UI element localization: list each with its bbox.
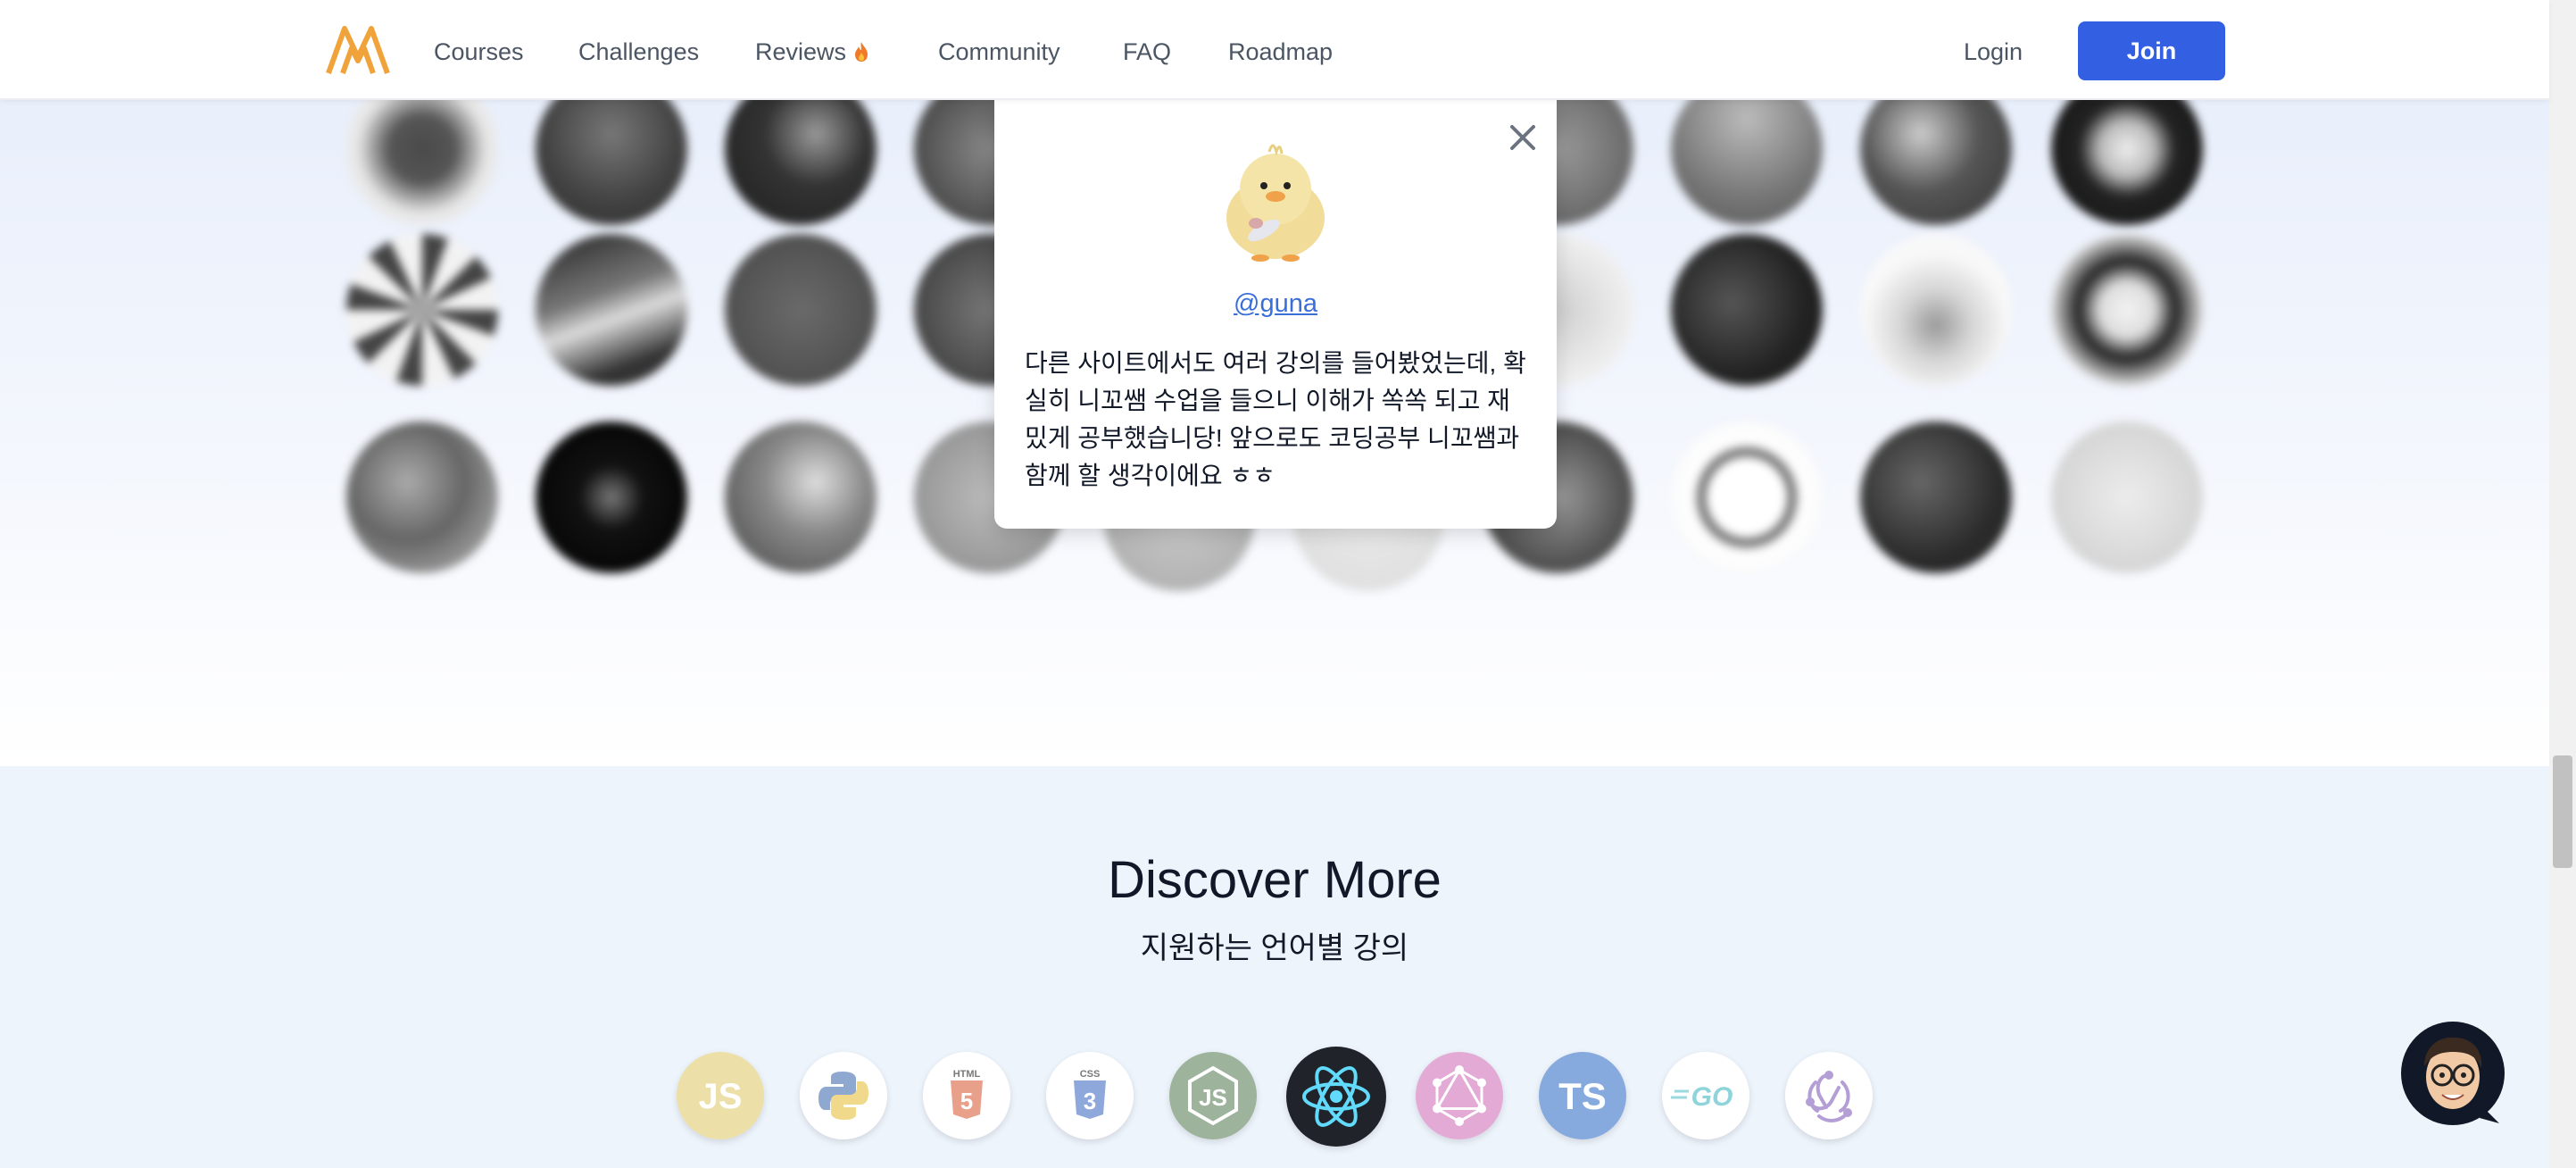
page: @guna 다른 사이트에서도 여러 강의를 들어봤었는데, 확실히 니꼬쌤 수… xyxy=(0,0,2576,1168)
reviewer-avatar[interactable] xyxy=(2051,234,2203,386)
reviewer-avatar[interactable] xyxy=(346,100,498,225)
reviewer-avatar[interactable] xyxy=(1860,100,2012,225)
reviewer-avatar[interactable] xyxy=(1671,100,1823,225)
nav-faq-link[interactable]: FAQ xyxy=(1123,34,1171,70)
svg-text:GO: GO xyxy=(1691,1082,1733,1112)
nodejs-icon: JS xyxy=(1169,1052,1257,1139)
svg-text:HTML: HTML xyxy=(953,1069,981,1080)
discover-section: Discover More 지원하는 언어별 강의 JS HTML 5 CSS … xyxy=(0,766,2549,1168)
fire-icon xyxy=(855,42,868,62)
reviewer-avatar[interactable] xyxy=(536,421,687,573)
discover-subtitle: 지원하는 언어별 강의 xyxy=(1140,931,1409,965)
review-text: 다른 사이트에서도 여러 강의를 들어봤었는데, 확실히 니꼬쌤 수업을 들으니… xyxy=(1025,349,1526,489)
reviewer-avatar[interactable] xyxy=(346,234,498,386)
nav-courses-link[interactable]: Courses xyxy=(434,34,524,70)
nav-reviews-link[interactable]: Reviews xyxy=(755,34,869,70)
language-nodejs-button[interactable]: JS xyxy=(1169,1052,1257,1139)
reviewer-avatar[interactable] xyxy=(1671,234,1823,386)
top-navigation: Courses Challenges Reviews Community FAQ… xyxy=(0,0,2549,100)
reviewer-avatar[interactable] xyxy=(1671,421,1823,573)
reviewer-avatar[interactable] xyxy=(1860,234,2012,386)
svg-text:JS: JS xyxy=(699,1077,743,1116)
page-scrollbar[interactable] xyxy=(2549,0,2576,1168)
javascript-icon: JS xyxy=(677,1052,764,1139)
reviewer-avatar[interactable] xyxy=(725,100,877,225)
nav-reviews-label: Reviews xyxy=(755,38,847,65)
reviewer-avatar[interactable] xyxy=(2051,421,2203,573)
svg-text:TS: TS xyxy=(1558,1075,1607,1117)
close-icon[interactable] xyxy=(1503,118,1542,157)
login-link[interactable]: Login xyxy=(1964,34,2023,70)
reviewer-avatar[interactable] xyxy=(346,421,498,573)
discover-title: Discover More xyxy=(1108,851,1442,909)
reviewer-handle-link[interactable]: @guna xyxy=(994,289,1557,319)
language-html5-button[interactable]: HTML 5 xyxy=(923,1052,1010,1139)
language-go-button[interactable]: GO xyxy=(1662,1052,1749,1139)
reviewer-avatar[interactable] xyxy=(1860,421,2012,573)
language-react-button[interactable] xyxy=(1286,1047,1386,1147)
language-python-button[interactable] xyxy=(800,1052,887,1139)
language-redux-button[interactable] xyxy=(1785,1052,1873,1139)
review-popup: @guna 다른 사이트에서도 여러 강의를 들어봤었는데, 확실히 니꼬쌤 수… xyxy=(994,100,1557,529)
duck-avatar xyxy=(1226,144,1325,262)
language-graphql-button[interactable] xyxy=(1416,1052,1503,1139)
react-icon xyxy=(1286,1047,1386,1147)
reviewer-avatar[interactable] xyxy=(725,421,877,573)
scrollbar-thumb[interactable] xyxy=(2553,755,2572,868)
reviewer-avatar[interactable] xyxy=(536,100,687,225)
typescript-icon: TS xyxy=(1539,1052,1626,1139)
reviewer-avatar[interactable] xyxy=(2051,100,2203,225)
python-icon xyxy=(800,1052,887,1139)
reviewer-avatar[interactable] xyxy=(536,234,687,386)
html5-icon: HTML 5 xyxy=(923,1052,1010,1139)
go-icon: GO xyxy=(1662,1052,1749,1139)
svg-text:5: 5 xyxy=(960,1088,973,1114)
svg-text:CSS: CSS xyxy=(1080,1069,1101,1080)
svg-text:3: 3 xyxy=(1084,1088,1096,1114)
join-button[interactable]: Join xyxy=(2078,21,2225,80)
nav-community-link[interactable]: Community xyxy=(938,34,1060,70)
nav-challenges-link[interactable]: Challenges xyxy=(578,34,699,70)
reviewer-avatar[interactable] xyxy=(725,234,877,386)
nav-roadmap-link[interactable]: Roadmap xyxy=(1228,34,1333,70)
language-css3-button[interactable]: CSS 3 xyxy=(1046,1052,1134,1139)
language-typescript-button[interactable]: TS xyxy=(1539,1052,1626,1139)
chat-support-button[interactable] xyxy=(2399,1020,2508,1129)
svg-text:JS: JS xyxy=(1199,1084,1227,1111)
language-javascript-button[interactable]: JS xyxy=(677,1052,764,1139)
redux-icon xyxy=(1785,1052,1873,1139)
css3-icon: CSS 3 xyxy=(1046,1052,1134,1139)
logo-icon[interactable] xyxy=(325,23,391,77)
graphql-icon xyxy=(1416,1052,1503,1139)
